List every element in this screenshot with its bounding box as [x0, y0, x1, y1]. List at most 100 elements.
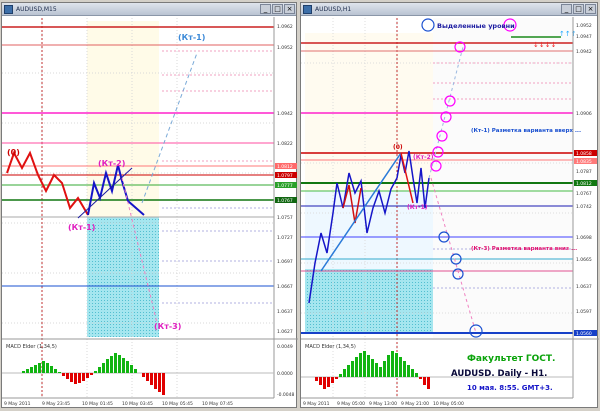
label-markup-up: (Кт-1) Разметка варианта вверх ... [471, 128, 581, 134]
macd-bar [134, 369, 137, 373]
macd-bar [331, 377, 334, 383]
price-label: 1.0942 [576, 49, 592, 55]
future-area [433, 18, 573, 338]
macd-scale-label: 0.0000 [277, 371, 293, 377]
price-label: 1.0812 [277, 164, 293, 170]
macd-bar [391, 351, 394, 377]
chart-window-m15[interactable]: AUDUSD,M15 _ □ × (0) (Кт-2) (Кт-1) (Кт-3… [1, 2, 298, 409]
macd-bar [379, 367, 382, 377]
macd-bar [118, 355, 121, 373]
macd-scale-label: -0.0048 [277, 392, 295, 398]
macd-bar [423, 377, 426, 385]
time-label: 9 May 2011 [303, 401, 330, 407]
macd-bar [54, 369, 57, 373]
label-zero: (0) [7, 148, 20, 157]
chart-window-h1[interactable]: AUDUSD,H1 _ □ × ↑↑↑ ↓↓↓↓ Выделенные уров… [300, 2, 599, 409]
label-kt2: (Кт-2) [413, 154, 434, 161]
price-label: 1.0952 [277, 45, 293, 51]
label-markup-down: (Кт-3) Разметка варианта вниз ... [471, 246, 577, 252]
macd-bar [42, 361, 45, 373]
time-label: 9 May 2011 [4, 401, 31, 407]
level-marker-circle[interactable] [421, 18, 435, 32]
price-label: 1.0637 [277, 309, 293, 315]
time-label: 9 May 21:00 [401, 401, 429, 407]
macd-bar [351, 361, 354, 377]
macd-bar [335, 377, 338, 379]
macd-bar [46, 363, 49, 373]
macd-bar [427, 377, 430, 389]
macd-bar [415, 373, 418, 377]
macd-bar [383, 361, 386, 377]
macd-bar [371, 359, 374, 377]
label-zero: (0) [393, 144, 403, 151]
macd-bar [387, 355, 390, 377]
macd-bar [375, 363, 378, 377]
arrow-down-icon: ↓↓↓↓ [533, 41, 556, 49]
macd-bar [407, 365, 410, 377]
price-label: 1.0742 [576, 204, 592, 210]
macd-bar [22, 371, 25, 373]
macd-bar [78, 373, 81, 383]
price-label: 1.0727 [277, 235, 293, 241]
macd-bar [86, 373, 89, 378]
price-label: 1.0665 [576, 257, 592, 263]
price-label: 1.0822 [277, 141, 293, 147]
label-levels: Выделенные уровни [437, 22, 515, 30]
time-label: 10 May 05:00 [433, 401, 464, 407]
macd-scale-label: 0.0049 [277, 344, 293, 350]
macd-bar [62, 373, 65, 376]
price-label: 1.0767 [576, 191, 592, 197]
price-label: 1.0812 [576, 181, 592, 187]
macd-bar [146, 373, 149, 381]
price-label: 1.0627 [277, 329, 293, 335]
macd-bar [158, 373, 161, 392]
macd-bar [399, 357, 402, 377]
price-label: 1.0835 [576, 159, 592, 165]
price-label: 1.0667 [277, 284, 293, 290]
macd-bar [323, 377, 326, 389]
macd-bar [70, 373, 73, 382]
macd-bar [327, 377, 330, 387]
macd-bar [90, 373, 93, 375]
macd-histogram [315, 351, 430, 389]
macd-bar [315, 377, 318, 381]
time-label: 10 May 07:45 [202, 401, 233, 407]
time-label: 10 May 01:45 [82, 401, 113, 407]
price-label: 1.0962 [277, 24, 293, 30]
macd-bar [162, 373, 165, 395]
macd-bar [102, 363, 105, 373]
macd-bar [150, 373, 153, 385]
macd-bar [367, 355, 370, 377]
macd-bar [38, 363, 41, 373]
price-label: 1.0797 [277, 173, 293, 179]
macd-bar [58, 372, 61, 373]
price-line-down [6, 150, 89, 216]
macd-bar [355, 357, 358, 377]
label-kt1: (Кт-1) [68, 223, 95, 232]
macd-label: MACD Elder (1,34,5) [305, 344, 356, 350]
label-kt1-upper: (Кт-1) [178, 33, 205, 42]
overlay-line-1: Факультет ГОСТ. [467, 354, 555, 364]
time-label: 10 May 05:45 [162, 401, 193, 407]
macd-bar [403, 361, 406, 377]
price-label: 1.0597 [576, 309, 592, 315]
macd-bar [26, 369, 29, 373]
price-chart[interactable]: ↑↑↑ ↓↓↓↓ Выделенные уровни (0) (Кт-2) (К… [301, 3, 599, 409]
time-label: 9 May 05:00 [337, 401, 365, 407]
macd-bar [359, 353, 362, 377]
price-label: 1.0767 [277, 198, 293, 204]
price-label: 1.0697 [277, 259, 293, 265]
macd-bar [319, 377, 322, 385]
arrow-up-icon: ↑↑↑ [559, 30, 577, 38]
price-label: 1.0698 [576, 235, 592, 241]
label-kt3: (Кт-3) [154, 322, 181, 331]
target-zone-pattern [305, 269, 433, 333]
price-label: 1.0637 [576, 284, 592, 290]
price-chart[interactable]: (0) (Кт-2) (Кт-1) (Кт-3) (Кт-1) 1.0962 1… [2, 3, 298, 409]
range-zone-lower [305, 191, 433, 269]
macd-bar [142, 373, 145, 377]
macd-bar [110, 356, 113, 373]
macd-bar [343, 369, 346, 377]
price-label: 1.0560 [576, 331, 592, 337]
price-label: 1.0942 [277, 111, 293, 117]
